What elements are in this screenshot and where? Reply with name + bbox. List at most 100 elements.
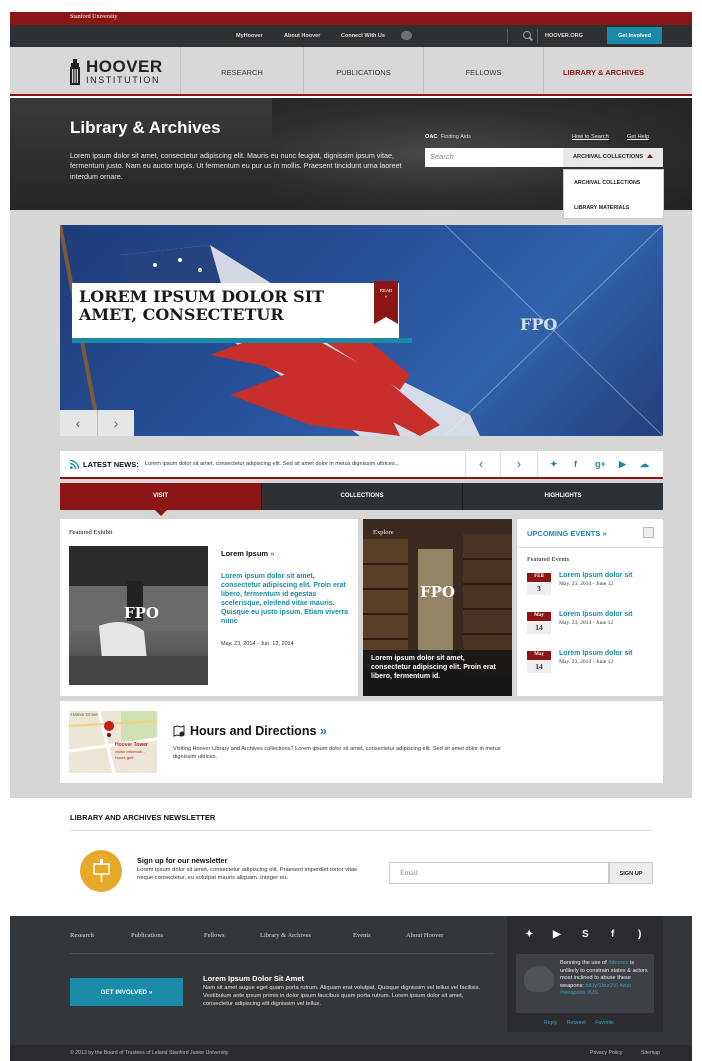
featured-exhibit-description[interactable]: Lorem ipsum dolor sit amet, consectetur …: [221, 572, 354, 627]
news-next-button[interactable]: ›: [517, 457, 521, 471]
collection-dropdown: ARCHIVAL COLLECTIONS LIBRARY MATERIALS: [563, 169, 664, 219]
event-title[interactable]: Lorem Ipsum dolor sit: [559, 611, 633, 618]
facebook-icon[interactable]: f: [574, 459, 577, 469]
rss-icon[interactable]: ): [638, 929, 641, 940]
page-title: Library & Archives: [70, 118, 221, 137]
event-title[interactable]: Lorem Ipsum dolor sit: [559, 650, 633, 657]
logo-word-hoover: HOOVER: [86, 57, 163, 76]
tweet-favorite-link[interactable]: Favorite: [595, 1020, 614, 1026]
hero-slider[interactable]: LOREM IPSUM DOLOR SIT AMET, CONSECTETUR …: [60, 225, 663, 436]
facebook-icon[interactable]: f: [611, 929, 614, 940]
utility-divider: [507, 29, 508, 43]
sitemap-link[interactable]: Sitemap: [641, 1050, 660, 1056]
youtube-icon[interactable]: ▶: [553, 929, 561, 940]
tweet-actions: Reply Retweet Favorite: [544, 1020, 622, 1026]
dropdown-option-archival[interactable]: ARCHIVAL COLLECTIONS: [574, 180, 640, 186]
map-pin-label: Hoover Tower: [115, 742, 148, 748]
latest-news-bar: LATEST NEWS: Lorem ipsum dolor sit amet,…: [60, 451, 663, 479]
hoover-logo[interactable]: HOOVER INSTITUTION: [68, 57, 188, 87]
privacy-policy-link[interactable]: Privacy Policy: [590, 1050, 622, 1056]
newsletter-email-input[interactable]: Email: [389, 862, 609, 884]
explore-title: Explore: [373, 529, 394, 536]
newsletter-signup-button[interactable]: SIGN UP: [609, 862, 653, 884]
collection-select-value: ARCHIVAL COLLECTIONS: [573, 154, 644, 160]
tab-collections[interactable]: COLLECTIONS: [262, 483, 462, 510]
event-item[interactable]: May 14 Lorem Ipsum dolor sit May. 23, 20…: [527, 650, 657, 681]
tweet-retweet-link[interactable]: Retweet: [567, 1020, 586, 1026]
get-help-link[interactable]: Get Help: [627, 134, 649, 140]
how-to-search-link[interactable]: How to Search: [572, 134, 609, 140]
utility-divider: [537, 29, 538, 43]
news-ticker[interactable]: Lorem ipsum dolor sit amet, consectetur …: [145, 461, 455, 467]
dropdown-option-library[interactable]: LIBRARY MATERIALS: [574, 205, 629, 211]
connect-cloud-icon[interactable]: [401, 31, 412, 40]
footer-get-involved-button[interactable]: GET INVOLVED »: [70, 978, 183, 1006]
featured-exhibit-title: Featured Exhibit: [69, 529, 113, 536]
get-involved-button[interactable]: Get Involved: [607, 27, 662, 44]
nav-library-archives[interactable]: LIBRARY & ARCHIVES: [544, 47, 663, 94]
map-pin-sublabel: visitor informati...: [115, 749, 146, 754]
footer-link-publications[interactable]: Publications: [131, 932, 163, 939]
event-date: May. 23, 2014 - June 12: [559, 620, 614, 626]
collection-select[interactable]: ARCHIVAL COLLECTIONS: [563, 148, 663, 167]
explore-panel[interactable]: Explore FPO Lorem ipsum dolor sit amet, …: [363, 519, 512, 696]
featured-exhibit-photo[interactable]: FPO: [69, 546, 208, 685]
about-hoover-link[interactable]: About Hoover: [284, 33, 320, 39]
featured-heading-text: Lorem Ipsum: [221, 549, 269, 558]
event-day: 14: [527, 621, 551, 634]
footer-link-about[interactable]: About Hoover: [406, 932, 443, 939]
tweet-hashtag[interactable]: #drones: [608, 960, 628, 966]
footer-link-library[interactable]: Library & Archives: [260, 932, 311, 939]
upcoming-events-panel: UPCOMING EVENTS » Featured Events FEB 3 …: [517, 519, 663, 696]
hoover-org-link[interactable]: HOOVER.ORG: [545, 33, 583, 39]
hours-heading-text: Hours and Directions: [190, 724, 317, 738]
skype-icon[interactable]: S: [582, 929, 589, 940]
connect-link[interactable]: Connect With Us: [341, 33, 385, 39]
explore-caption[interactable]: Lorem ipsum dolor sit amet, consectetur …: [363, 650, 512, 696]
slider-prev-button[interactable]: ‹: [60, 415, 96, 431]
archive-search-input[interactable]: Search: [425, 148, 565, 167]
location-map[interactable]: Hamm Grove Hoover Tower visitor informat…: [69, 711, 157, 773]
tab-visit[interactable]: VISIT: [60, 483, 261, 516]
event-item[interactable]: May 14 Lorem Ipsum dolor sit May. 23, 20…: [527, 611, 657, 642]
stanford-label[interactable]: Stanford University: [70, 14, 118, 20]
soundcloud-icon[interactable]: ☁: [640, 459, 649, 470]
footer-bottom-bar: © 2013 by the Board of Trustees of Lelan…: [10, 1045, 692, 1061]
search-icon[interactable]: [523, 31, 531, 39]
footer-link-events[interactable]: Events: [353, 932, 371, 939]
nav-fellows[interactable]: FELLOWS: [424, 47, 543, 94]
newsletter-glyph: [93, 859, 110, 882]
news-prev-button[interactable]: ‹: [479, 457, 483, 471]
site-footer: Research Publications Fellows Library & …: [10, 916, 692, 1045]
nav-publications[interactable]: PUBLICATIONS: [304, 47, 423, 94]
slider-next-button[interactable]: ›: [98, 415, 134, 431]
footer-link-research[interactable]: Research: [70, 932, 94, 939]
footer-link-fellows[interactable]: Fellows: [204, 932, 225, 939]
tweet-reply-link[interactable]: Reply: [544, 1020, 557, 1026]
slide-title[interactable]: LOREM IPSUM DOLOR SIT AMET, CONSECTETUR: [79, 287, 339, 325]
calendar-icon[interactable]: [643, 527, 654, 538]
tweet-link[interactable]: bit.ly/1bur2Vi: [586, 983, 618, 989]
event-title[interactable]: Lorem Ipsum dolor sit: [559, 572, 633, 579]
myhoover-link[interactable]: MyHoover: [236, 33, 263, 39]
footer-divider: [70, 953, 495, 954]
tab-highlights[interactable]: HIGHLIGHTS: [463, 483, 663, 510]
event-item[interactable]: FEB 3 Lorem Ipsum dolor sit May. 23, 201…: [527, 572, 657, 603]
map-corner-label: Hamm Grove: [71, 712, 98, 717]
slide-caption[interactable]: LOREM IPSUM DOLOR SIT AMET, CONSECTETUR …: [72, 281, 412, 343]
read-more-button[interactable]: READ»: [374, 281, 398, 324]
event-month: May: [527, 651, 551, 660]
google-plus-icon[interactable]: g+: [595, 459, 606, 469]
exhibit-fpo-label: FPO: [124, 604, 159, 622]
nav-research[interactable]: RESEARCH: [181, 47, 303, 94]
twitter-icon[interactable]: ✦: [525, 929, 533, 940]
stanford-bar[interactable]: Stanford University: [10, 12, 692, 25]
tweet-text: Banning the use of #drones is unlikely t…: [560, 960, 652, 998]
youtube-icon[interactable]: ▶: [619, 459, 626, 470]
upcoming-events-heading[interactable]: UPCOMING EVENTS »: [527, 529, 607, 538]
featured-exhibit-heading[interactable]: Lorem Ipsum »: [221, 549, 274, 558]
hours-heading[interactable]: Hours and Directions »: [190, 724, 327, 738]
slide-fpo-label: FPO: [520, 315, 558, 334]
hours-heading-arrow: »: [319, 724, 327, 738]
twitter-icon[interactable]: ✦: [550, 459, 558, 470]
